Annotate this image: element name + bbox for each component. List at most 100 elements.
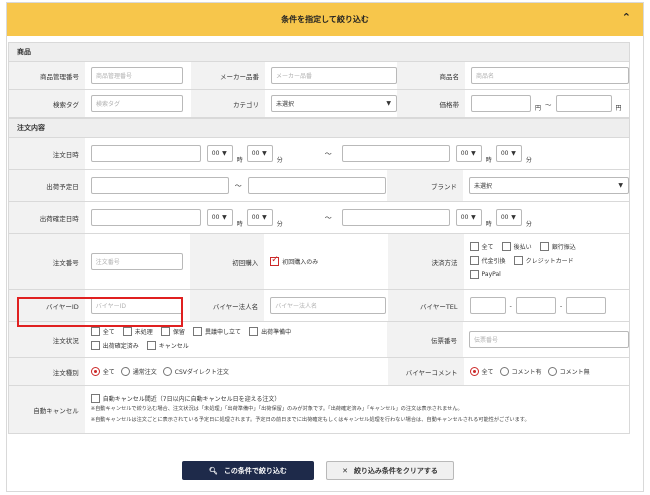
min-value: 00 (251, 214, 260, 221)
status-option-cancel[interactable]: キャンセル (146, 341, 189, 350)
order-date-from-min[interactable]: 00 ▼ (246, 145, 273, 162)
price-min-input[interactable] (471, 95, 531, 112)
payment-option-cod[interactable]: 代金引換 (469, 256, 506, 265)
order-date-to-min[interactable]: 00 ▼ (495, 145, 522, 162)
order-date-to-input[interactable] (341, 145, 450, 162)
payment-option-bank[interactable]: 銀行振込 (539, 242, 576, 251)
filter-panel-header[interactable]: 条件を指定して絞り込む ⌃ (7, 3, 643, 36)
buyer-tel-2-input[interactable] (515, 297, 556, 314)
maker-no-label: メーカー品番 (191, 62, 265, 89)
status-option-label: 未処理 (134, 329, 153, 336)
ship-confirm-to-min[interactable]: 00 ▼ (495, 209, 522, 226)
radio[interactable] (120, 367, 130, 376)
checkbox[interactable] (90, 341, 100, 350)
type-option-all[interactable]: 全て (90, 367, 115, 376)
chevron-up-icon[interactable]: ⌃ (622, 11, 631, 24)
maker-no-input[interactable]: メーカー品番 (271, 67, 397, 84)
ship-confirm-from-input[interactable] (90, 209, 201, 226)
status-option-dispute[interactable]: 異議申し立て (192, 327, 241, 336)
checkbox[interactable] (469, 256, 479, 265)
ship-confirm-from-hour[interactable]: 00 ▼ (206, 209, 233, 226)
price-max-input[interactable] (555, 95, 612, 112)
checkbox[interactable] (501, 242, 511, 251)
order-date-from-hour[interactable]: 00 ▼ (206, 145, 233, 162)
ship-plan-tilde: 〜 (234, 181, 242, 190)
min-unit: 分 (276, 221, 283, 228)
ship-confirm-to-hour[interactable]: 00 ▼ (455, 209, 482, 226)
section-product: 商品 (8, 42, 630, 62)
order-date-to-hour[interactable]: 00 ▼ (455, 145, 482, 162)
min-value: 00 (500, 214, 509, 221)
ship-plan-from-input[interactable] (90, 177, 229, 194)
checkbox[interactable] (469, 270, 479, 279)
payment-option-label: 全て (481, 244, 494, 251)
status-option-all[interactable]: 全て (90, 327, 115, 336)
payment-option-label: 銀行振込 (551, 244, 576, 251)
ship-plan-label: 出荷予定日 (9, 170, 85, 201)
radio[interactable] (547, 367, 557, 376)
buyer-corp-input[interactable]: バイヤー法人名 (270, 297, 387, 314)
row-product-2: 検索タグ 検索タグ カテゴリ 未選択 ▼ 価格帯 円 〜 円 (8, 90, 630, 118)
comment-option-label: コメント無 (559, 369, 590, 376)
first-purchase-option[interactable]: 初回購入のみ (270, 255, 318, 266)
auto-cancel-option[interactable]: 自動キャンセル間近（7日以内に自動キャンセル日を迎える注文） (90, 394, 281, 403)
manage-no-input[interactable]: 商品管理番号 (91, 67, 183, 84)
checkbox[interactable] (249, 327, 259, 336)
row-status: 注文状況 全て 未処理 保留 異議申し立て 出荷準備中 出荷確定済み キャンセル… (8, 322, 630, 358)
radio[interactable] (469, 367, 479, 376)
brand-select[interactable]: 未選択 ▼ (469, 177, 630, 194)
buyer-tel-3-input[interactable] (566, 297, 607, 314)
comment-option-label: コメント有 (511, 369, 542, 376)
checkbox[interactable] (192, 327, 202, 336)
radio[interactable] (162, 367, 172, 376)
checkbox[interactable] (160, 327, 170, 336)
radio[interactable] (90, 367, 100, 376)
payment-option-deferred[interactable]: 後払い (501, 242, 532, 251)
first-purchase-checkbox[interactable] (270, 255, 280, 266)
payment-option-all[interactable]: 全て (469, 242, 494, 251)
checkbox[interactable] (90, 327, 100, 336)
radio[interactable] (499, 367, 509, 376)
type-option-normal[interactable]: 通常注文 (120, 367, 157, 376)
status-option-hold[interactable]: 保留 (160, 327, 185, 336)
clear-button[interactable]: ✕ 絞り込み条件をクリアする (326, 461, 454, 480)
checkbox[interactable] (146, 341, 156, 350)
slip-input[interactable]: 伝票番号 (469, 331, 630, 348)
comment-option-no[interactable]: コメント無 (547, 367, 590, 376)
comment-option-yes[interactable]: コメント有 (499, 367, 542, 376)
tel-separator: - (559, 301, 563, 310)
checkbox[interactable] (122, 327, 132, 336)
tag-input[interactable]: 検索タグ (91, 95, 183, 112)
order-date-from-input[interactable] (90, 145, 201, 162)
ship-confirm-to-input[interactable] (341, 209, 450, 226)
name-input[interactable]: 商品名 (471, 67, 629, 84)
type-option-label: 全て (102, 369, 115, 376)
search-button[interactable]: 🔍︎ この条件で絞り込む (182, 461, 314, 480)
status-option-shipped[interactable]: 出荷確定済み (90, 341, 139, 350)
checkbox[interactable] (539, 242, 549, 251)
order-no-input[interactable]: 注文番号 (90, 253, 183, 270)
payment-option-card[interactable]: クレジットカード (513, 256, 574, 265)
ship-confirm-from-min[interactable]: 00 ▼ (246, 209, 273, 226)
price-unit: 円 (535, 105, 542, 112)
auto-cancel-option-label: 自動キャンセル間近（7日以内に自動キャンセル日を迎える注文） (102, 396, 281, 403)
comment-option-all[interactable]: 全て (469, 367, 494, 376)
type-option-csv[interactable]: CSVダイレクト注文 (162, 367, 229, 376)
checkbox[interactable] (90, 394, 100, 403)
caret-down-icon: ▼ (262, 150, 267, 157)
payment-option-paypal[interactable]: PayPal (469, 270, 501, 279)
payment-option-label: 後払い (513, 244, 532, 251)
row-ship-confirm: 出荷確定日時 00 ▼ 時 00 ▼ 分 〜 00 ▼ 時 00 ▼ 分 (8, 202, 630, 234)
checkbox[interactable] (513, 256, 523, 265)
clear-button-label: 絞り込み条件をクリアする (353, 466, 438, 475)
checkbox[interactable] (469, 242, 479, 251)
ship-plan-to-input[interactable] (247, 177, 386, 194)
buyer-tel-1-input[interactable] (469, 297, 506, 314)
search-button-label: この条件で絞り込む (223, 466, 287, 475)
caret-down-icon: ▼ (471, 214, 476, 221)
status-option-unprocessed[interactable]: 未処理 (122, 327, 153, 336)
auto-cancel-note-2: ※自動キャンセルは注文ごとに表示されている予定日に処理されます。予定日の前日まで… (90, 417, 530, 423)
category-select[interactable]: 未選択 ▼ (271, 95, 397, 112)
min-value: 00 (251, 150, 260, 157)
status-option-preparing[interactable]: 出荷準備中 (249, 327, 291, 336)
